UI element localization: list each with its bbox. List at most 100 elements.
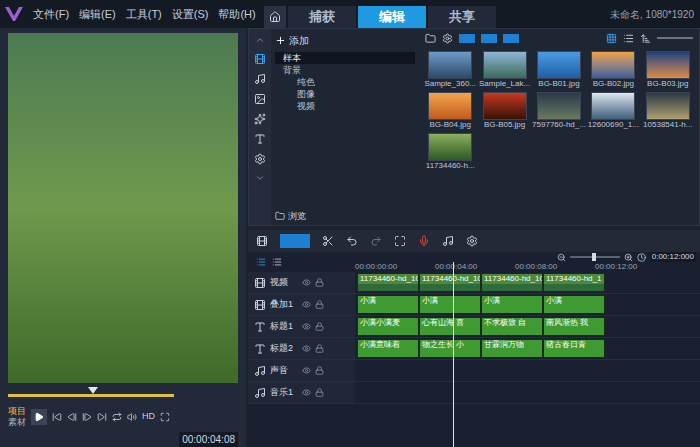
list-view-icon[interactable] bbox=[623, 33, 634, 44]
timeline-clip[interactable]: 小满 bbox=[357, 295, 419, 314]
lock-icon[interactable] bbox=[315, 388, 324, 397]
scrub-bar[interactable] bbox=[8, 387, 238, 403]
lock-icon[interactable] bbox=[315, 322, 324, 331]
scroll-up-icon[interactable] bbox=[255, 35, 265, 45]
visibility-icon[interactable] bbox=[302, 344, 311, 353]
total-duration[interactable]: 0:00:12:000 bbox=[650, 252, 696, 262]
zoom-slider[interactable] bbox=[570, 256, 620, 258]
zoom-in-icon[interactable] bbox=[624, 253, 633, 262]
redo-icon[interactable] bbox=[370, 235, 382, 247]
volume-icon[interactable] bbox=[127, 412, 137, 422]
lock-icon[interactable] bbox=[315, 366, 324, 375]
thumbnail[interactable]: BG-B02.jpg bbox=[588, 51, 638, 89]
end-icon[interactable] bbox=[97, 412, 107, 422]
timeline-clip[interactable]: 不求极致 自 bbox=[481, 317, 543, 336]
thumbnail[interactable]: 7597760-hd_... bbox=[534, 92, 584, 130]
media-icon[interactable] bbox=[254, 53, 266, 65]
timeline-clip[interactable]: 甘霖润万物 bbox=[481, 339, 543, 358]
timeline-clip[interactable]: 物之生长 小 bbox=[419, 339, 481, 358]
timeline-clip[interactable]: 11734460-hd_10 bbox=[357, 273, 419, 292]
grid-view-icon[interactable] bbox=[606, 33, 617, 44]
track-music-icon bbox=[254, 365, 266, 377]
browse-button[interactable]: 浏览 bbox=[275, 210, 415, 224]
transition-icon[interactable] bbox=[254, 113, 266, 125]
visibility-icon[interactable] bbox=[302, 366, 311, 375]
add-button[interactable]: 添加 bbox=[275, 33, 415, 48]
folder-icon[interactable] bbox=[425, 33, 436, 44]
start-icon[interactable] bbox=[52, 412, 62, 422]
play-button[interactable] bbox=[31, 409, 47, 425]
chapter-icon[interactable] bbox=[272, 257, 282, 267]
menu-item[interactable]: 文件(F) bbox=[33, 6, 69, 23]
timeline-clip[interactable]: 11734460-hd_10 bbox=[419, 273, 481, 292]
timeline-view-button[interactable] bbox=[280, 234, 310, 248]
lock-icon[interactable] bbox=[315, 344, 324, 353]
workspace-tab[interactable]: 共享 bbox=[428, 6, 496, 28]
audio-icon[interactable] bbox=[254, 73, 266, 85]
thumbnail[interactable]: 12600690_1... bbox=[588, 92, 638, 130]
thumbnail[interactable]: Sample_360... bbox=[425, 51, 475, 89]
menu-item[interactable]: 工具(T) bbox=[126, 6, 162, 23]
timeline-clip[interactable]: 小满小满麦 bbox=[357, 317, 419, 336]
timeline-clip[interactable]: 小满 bbox=[419, 295, 481, 314]
timeline-clip[interactable]: 心有山海 喜 bbox=[419, 317, 481, 336]
tree-item[interactable]: 纯色 bbox=[275, 76, 415, 88]
sort-icon[interactable] bbox=[640, 33, 651, 44]
tree-item[interactable]: 图像 bbox=[275, 88, 415, 100]
timeline-clip[interactable]: 小满意味着 bbox=[357, 339, 419, 358]
thumbnail[interactable]: Sample_Lak... bbox=[479, 51, 529, 89]
split-icon[interactable] bbox=[322, 235, 334, 247]
zoom-out-icon[interactable] bbox=[557, 253, 566, 262]
repeat-icon[interactable] bbox=[112, 412, 122, 422]
lock-icon[interactable] bbox=[315, 278, 324, 287]
title-icon[interactable] bbox=[254, 133, 266, 145]
track-manager-icon[interactable] bbox=[256, 257, 266, 267]
visibility-icon[interactable] bbox=[302, 278, 311, 287]
menu-item[interactable]: 编辑(E) bbox=[79, 6, 116, 23]
workspace-tab[interactable]: 捕获 bbox=[288, 6, 356, 28]
thumbnail[interactable]: BG-B05.jpg bbox=[479, 92, 529, 130]
undo-icon[interactable] bbox=[346, 235, 358, 247]
visibility-icon[interactable] bbox=[302, 322, 311, 331]
tree-item[interactable]: 视频 bbox=[275, 100, 415, 112]
scroll-down-icon[interactable] bbox=[255, 173, 265, 183]
timeline-clip[interactable]: 11734460-hd_1 bbox=[543, 273, 605, 292]
filter-icon[interactable] bbox=[254, 153, 266, 165]
timeline-clip[interactable]: 小满 bbox=[543, 295, 605, 314]
thumbnail[interactable]: 10538541-h... bbox=[643, 92, 693, 130]
thumbnail[interactable]: BG-B01.jpg bbox=[534, 51, 584, 89]
thumbnail[interactable]: BG-B03.jpg bbox=[643, 51, 693, 89]
settings-icon[interactable] bbox=[466, 235, 478, 247]
timeline-clip[interactable]: 11734460-hd_10 bbox=[481, 273, 543, 292]
music-icon[interactable] bbox=[442, 235, 454, 247]
home-tab[interactable] bbox=[264, 6, 286, 28]
scrub-thumb[interactable] bbox=[88, 387, 98, 394]
lock-icon[interactable] bbox=[315, 300, 324, 309]
hd-button[interactable]: HD bbox=[142, 410, 155, 424]
timeline-clip[interactable]: 猪古春日青 bbox=[543, 339, 605, 358]
playhead[interactable] bbox=[453, 262, 454, 447]
menu-item[interactable]: 帮助(H) bbox=[218, 6, 255, 23]
next-frame-icon[interactable] bbox=[82, 412, 92, 422]
options-icon[interactable] bbox=[442, 33, 453, 44]
play-mode[interactable]: 素材 bbox=[8, 417, 26, 428]
visibility-icon[interactable] bbox=[302, 388, 311, 397]
record-icon[interactable] bbox=[418, 235, 430, 247]
thumbnail[interactable]: BG-B04.jpg bbox=[425, 92, 475, 130]
timeline-clip[interactable]: 南风渐热 我 bbox=[543, 317, 605, 336]
thumbnail[interactable]: 11734460-h... bbox=[425, 133, 475, 171]
tree-item[interactable]: 背景 bbox=[275, 64, 415, 76]
fit-icon[interactable] bbox=[394, 235, 406, 247]
workspace-tab[interactable]: 编辑 bbox=[358, 6, 426, 28]
timeline-clip[interactable]: 小满 bbox=[481, 295, 543, 314]
fullscreen-icon[interactable] bbox=[160, 412, 170, 422]
player-timecode[interactable]: 00:00:04:08 bbox=[179, 432, 238, 447]
instant-project-icon[interactable] bbox=[254, 93, 266, 105]
play-mode[interactable]: 项目 bbox=[8, 406, 26, 417]
track-name: 标题1 bbox=[270, 320, 298, 334]
menu-item[interactable]: 设置(S) bbox=[172, 6, 209, 23]
tree-item[interactable]: 样本 bbox=[275, 52, 415, 64]
prev-frame-icon[interactable] bbox=[67, 412, 77, 422]
visibility-icon[interactable] bbox=[302, 300, 311, 309]
storyboard-icon[interactable] bbox=[256, 235, 268, 247]
